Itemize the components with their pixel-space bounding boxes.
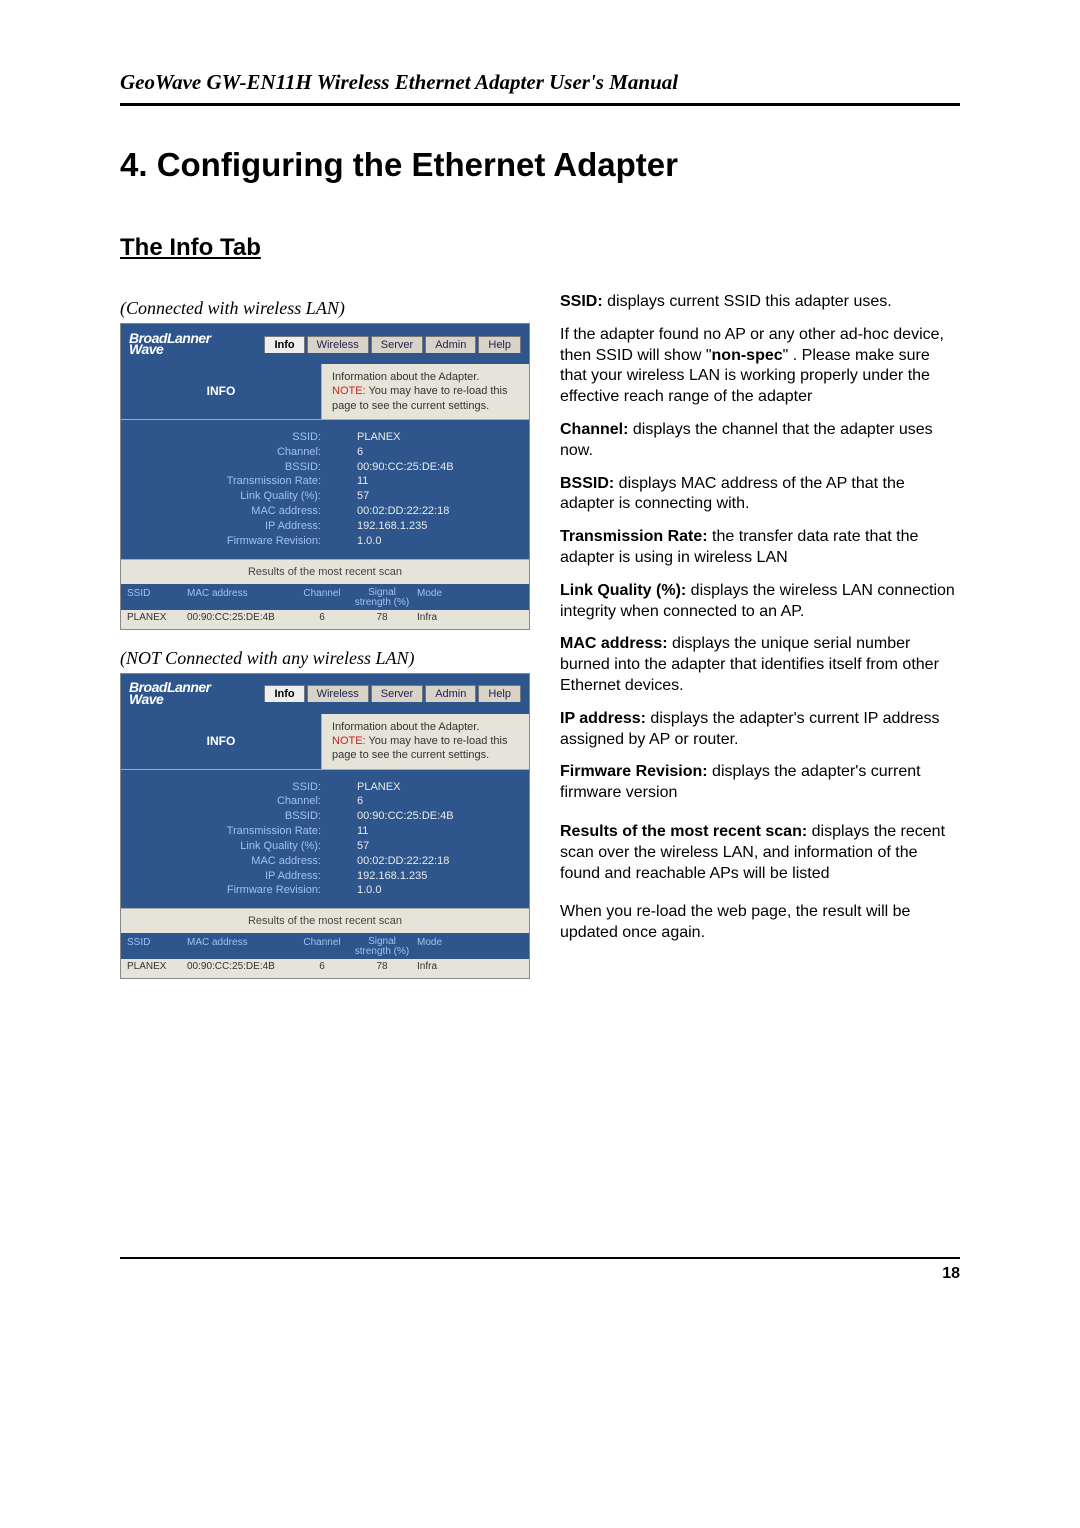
label-ip: IP Address: [121,519,321,534]
tab-wireless[interactable]: Wireless [307,685,369,702]
panel-desc: Information about the Adapter. NOTE: You… [322,364,529,419]
tab-server[interactable]: Server [371,336,423,353]
value-txrate: 11 [357,474,529,489]
tab-help[interactable]: Help [478,336,521,353]
scan-title: Results of the most recent scan [121,908,529,933]
subsection-title: The Info Tab [120,234,960,262]
tab-admin[interactable]: Admin [425,336,476,353]
scan-header: SSID MAC address Channel Signalstrength … [121,933,529,959]
nav-tabs: Info Wireless Server Admin Help [264,685,521,702]
logo: BroadLanner Wave [129,333,211,355]
tab-info[interactable]: Info [264,336,304,353]
caption-connected: (Connected with wireless LAN) [120,298,530,319]
scan-header: SSID MAC address Channel Signalstrength … [121,584,529,610]
tab-help[interactable]: Help [478,685,521,702]
scan-row: PLANEX 00:90:CC:25:DE:4B 6 78 Infra [121,610,529,629]
nav-tabs: Info Wireless Server Admin Help [264,336,521,353]
page-number: 18 [942,1265,960,1282]
value-channel: 6 [357,445,529,460]
value-ssid: PLANEX [357,430,529,445]
label-fw: Firmware Revision: [121,534,321,549]
tab-info[interactable]: Info [264,685,304,702]
tab-server[interactable]: Server [371,685,423,702]
label-linkq: Link Quality (%): [121,489,321,504]
value-linkq: 57 [357,489,529,504]
label-bssid: BSSID: [121,460,321,475]
value-bssid: 00:90:CC:25:DE:4B [357,460,529,475]
page-footer: 18 [120,1257,960,1283]
tab-admin[interactable]: Admin [425,685,476,702]
panel-title: INFO [121,364,322,419]
screenshot-not-connected: BroadLanner Wave Info Wireless Server Ad… [120,673,530,980]
label-ssid: SSID: [121,430,321,445]
label-txrate: Transmission Rate: [121,474,321,489]
tab-wireless[interactable]: Wireless [307,336,369,353]
page-header: GeoWave GW-EN11H Wireless Ethernet Adapt… [120,70,960,106]
section-title: 4. Configuring the Ethernet Adapter [120,146,960,184]
label-channel: Channel: [121,445,321,460]
description-column: SSID: displays current SSID this adapter… [560,292,960,956]
value-ip: 192.168.1.235 [357,519,529,534]
caption-not-connected: (NOT Connected with any wireless LAN) [120,648,530,669]
screenshot-connected: BroadLanner Wave Info Wireless Server Ad… [120,323,530,630]
logo: BroadLanner Wave [129,682,211,704]
value-mac: 00:02:DD:22:22:18 [357,504,529,519]
info-block: SSID: Channel: BSSID: Transmission Rate:… [121,420,529,559]
panel-desc: Information about the Adapter. NOTE: You… [322,714,529,769]
info-block: SSID: Channel: BSSID: Transmission Rate:… [121,770,529,909]
scan-title: Results of the most recent scan [121,559,529,584]
panel-title: INFO [121,714,322,769]
value-fw: 1.0.0 [357,534,529,549]
label-mac: MAC address: [121,504,321,519]
scan-row: PLANEX 00:90:CC:25:DE:4B 6 78 Infra [121,959,529,978]
